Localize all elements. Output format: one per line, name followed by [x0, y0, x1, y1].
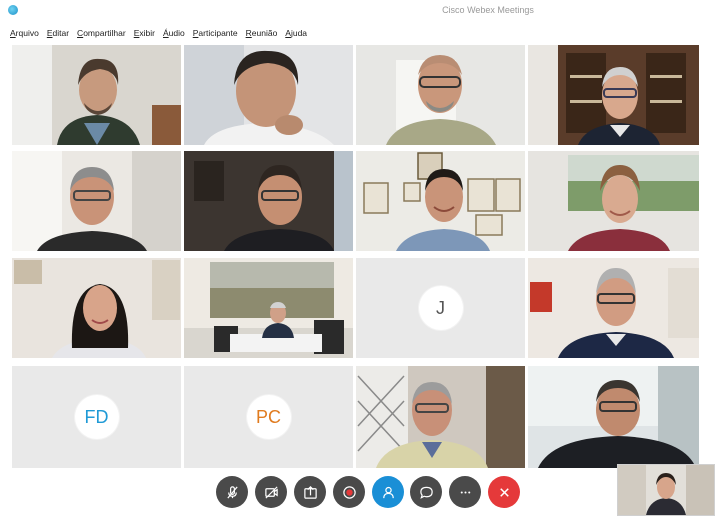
participant-video [376, 382, 488, 468]
video-tile-r2c4[interactable] [528, 151, 699, 251]
video-tile-r1c1[interactable] [12, 45, 181, 145]
participant-avatar: PC [246, 395, 291, 439]
chat-icon [419, 486, 433, 499]
video-grid: J FD PC [0, 0, 716, 518]
participant-tile-j[interactable]: J [356, 258, 525, 358]
participant-video [558, 268, 674, 358]
video-tile-r3c4[interactable] [528, 258, 699, 358]
participant-video [204, 50, 334, 145]
video-tile-r1c4[interactable] [528, 45, 699, 145]
participant-initials: J [436, 297, 445, 318]
video-tile-r4c3[interactable] [356, 366, 525, 468]
participant-initials: PC [255, 406, 281, 427]
video-tile-r2c3[interactable] [356, 151, 525, 251]
mute-button[interactable] [216, 476, 248, 508]
participant-video [52, 284, 146, 358]
participant-video [386, 55, 496, 145]
end-call-icon [499, 487, 509, 497]
participant-video [538, 380, 696, 468]
menu-bar: Arquivo Editar Compartilhar Exibir Áudio… [0, 24, 716, 42]
chat-button[interactable] [410, 476, 442, 508]
menu-participante[interactable]: Participante [193, 28, 238, 38]
more-icon [460, 490, 470, 494]
avatar-container: FD [12, 366, 181, 468]
participant-tile-fd[interactable]: FD [12, 366, 181, 468]
participant-video [396, 169, 490, 251]
window-title: Cisco Webex Meetings [442, 5, 534, 15]
meeting-controls [0, 476, 716, 516]
participants-button[interactable] [372, 476, 404, 508]
menu-compartilhar[interactable]: Compartilhar [77, 28, 126, 38]
participant-video [224, 165, 334, 251]
menu-audio[interactable]: Áudio [163, 28, 185, 38]
title-bar: Cisco Webex Meetings [0, 0, 716, 22]
video-tile-r2c1[interactable] [12, 151, 181, 251]
menu-editar[interactable]: Editar [47, 28, 69, 38]
video-tile-r1c2[interactable] [184, 45, 353, 145]
video-off-icon [264, 485, 278, 499]
participants-icon [382, 486, 394, 498]
participant-video [57, 58, 140, 145]
menu-arquivo[interactable]: Arquivo [10, 28, 39, 38]
end-call-button[interactable] [488, 476, 520, 508]
record-icon [342, 485, 356, 499]
microphone-muted-icon [226, 485, 238, 499]
participant-video [568, 165, 670, 251]
record-button[interactable] [333, 476, 365, 508]
video-tile-r1c3[interactable] [356, 45, 525, 145]
more-options-button[interactable] [449, 476, 481, 508]
participant-avatar: FD [74, 395, 119, 439]
participant-video [262, 302, 294, 338]
video-button[interactable] [255, 476, 287, 508]
share-button[interactable] [294, 476, 326, 508]
video-tile-r3c2[interactable] [184, 258, 353, 358]
menu-reuniao[interactable]: Reunião [246, 28, 278, 38]
participant-video [37, 167, 147, 251]
self-view-video[interactable] [617, 464, 715, 516]
video-tile-r4c4[interactable] [528, 366, 699, 468]
participant-initials: FD [84, 406, 109, 427]
video-tile-r2c2[interactable] [184, 151, 353, 251]
participant-tile-pc[interactable]: PC [184, 366, 353, 468]
share-icon [303, 485, 317, 499]
participant-video [578, 67, 660, 145]
participant-avatar: J [418, 286, 463, 330]
avatar-container: PC [184, 366, 353, 468]
avatar-container: J [356, 258, 525, 358]
menu-exibir[interactable]: Exibir [134, 28, 155, 38]
self-view-image [618, 465, 714, 515]
menu-ajuda[interactable]: Ajuda [285, 28, 307, 38]
video-tile-r3c1[interactable] [12, 258, 181, 358]
